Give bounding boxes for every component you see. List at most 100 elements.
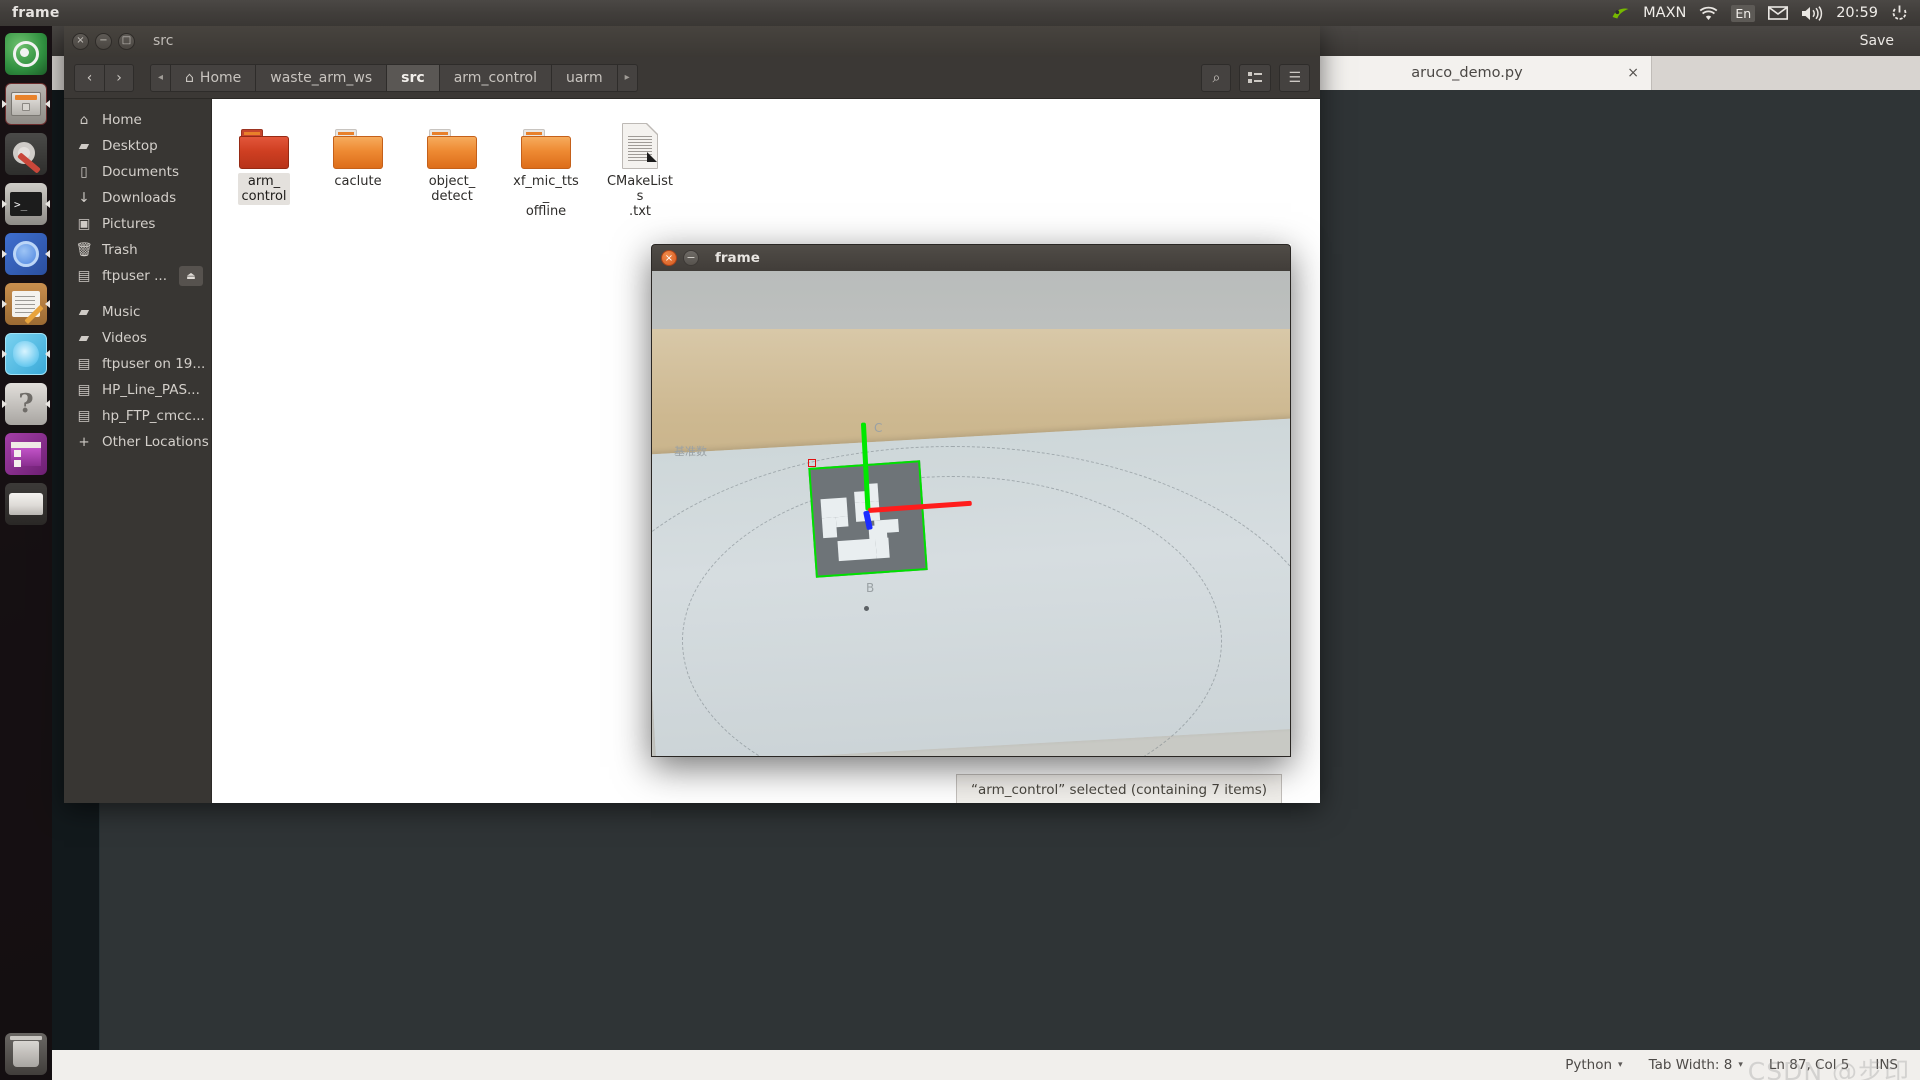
download-icon: ↓ bbox=[76, 190, 92, 206]
sidebar-separator bbox=[64, 289, 211, 299]
cursor-position: Ln 87, Col 5 bbox=[1769, 1057, 1849, 1073]
settings-icon[interactable] bbox=[2, 130, 50, 178]
focus-indicator-right bbox=[45, 200, 50, 208]
volume-glyph bbox=[1801, 6, 1823, 21]
sidebar-item-label: Downloads bbox=[102, 190, 176, 206]
sidebar-item-ftpuser[interactable]: ▤ ftpuser ... ⏏ bbox=[64, 263, 211, 289]
cursor-position-label: Ln 87, Col 5 bbox=[1769, 1057, 1849, 1073]
mail-icon[interactable] bbox=[1768, 6, 1788, 20]
editor-statusbar: Python ▾ Tab Width: 8 ▾ Ln 87, Col 5 INS… bbox=[52, 1050, 1920, 1080]
sidebar-item-hp-ftp-cmcc[interactable]: ▤hp_FTP_cmcc... bbox=[64, 403, 211, 429]
file-item[interactable]: arm_control bbox=[226, 115, 302, 220]
username-label[interactable]: MAXN bbox=[1643, 5, 1686, 21]
breadcrumb-label: Home bbox=[200, 70, 241, 86]
marker-cell bbox=[875, 538, 889, 559]
breadcrumb-item-home[interactable]: ⌂ Home bbox=[171, 64, 256, 92]
marker-cell bbox=[822, 517, 837, 538]
file-label: caclute bbox=[331, 173, 384, 190]
paper-chinese-label: 基准数 bbox=[674, 443, 707, 459]
volume-icon[interactable] bbox=[1801, 6, 1823, 21]
network-drive-icon: ▤ bbox=[76, 268, 92, 284]
terminal-icon[interactable]: >_ bbox=[2, 180, 50, 228]
tab-width-selector[interactable]: Tab Width: 8 ▾ bbox=[1649, 1057, 1743, 1073]
running-indicator-left bbox=[2, 400, 7, 408]
sidebar-item-desktop[interactable]: ▰Desktop bbox=[64, 133, 211, 159]
forward-button[interactable]: › bbox=[104, 64, 134, 92]
files-icon[interactable] bbox=[2, 80, 50, 128]
paper-origin-dot bbox=[864, 606, 869, 611]
file-item[interactable]: CMakeLists.txt bbox=[602, 115, 678, 220]
trash-icon[interactable] bbox=[2, 1030, 50, 1078]
sidebar-item-documents[interactable]: ▯ Documents bbox=[64, 159, 211, 185]
status-bar: “arm_control” selected (containing 7 ite… bbox=[956, 774, 1282, 803]
sidebar-item-other-locations[interactable]: +Other Locations bbox=[64, 429, 211, 455]
folder-icon bbox=[427, 115, 477, 169]
file-manager-titlebar: × − □ src bbox=[64, 25, 1320, 57]
text-editor-icon[interactable] bbox=[2, 280, 50, 328]
sidebar-item-label: ftpuser ... bbox=[102, 268, 167, 284]
sidebar-item-pictures[interactable]: ▣Pictures bbox=[64, 211, 211, 237]
language-label: Python bbox=[1565, 1057, 1612, 1073]
file-item[interactable]: xf_mic_tts_offline bbox=[508, 115, 584, 220]
nvidia-icon[interactable] bbox=[1611, 5, 1630, 21]
file-label: object_detect bbox=[426, 173, 479, 205]
language-selector[interactable]: Python ▾ bbox=[1565, 1057, 1622, 1073]
eject-icon[interactable]: ⏏ bbox=[179, 266, 203, 286]
maximize-button[interactable]: □ bbox=[118, 33, 135, 50]
document-icon: ▯ bbox=[76, 164, 92, 180]
search-icon[interactable]: ⌕ bbox=[1201, 64, 1231, 92]
wifi-icon[interactable] bbox=[1699, 6, 1718, 21]
disk-icon[interactable] bbox=[2, 480, 50, 528]
save-button[interactable]: Save bbox=[1848, 30, 1906, 52]
home-icon: ⌂ bbox=[76, 112, 92, 128]
breadcrumb-prev-arrow[interactable]: ◂ bbox=[150, 64, 171, 92]
breadcrumb-item-waste-arm-ws[interactable]: waste_arm_ws bbox=[256, 64, 387, 92]
breadcrumb-item-uarm[interactable]: uarm bbox=[552, 64, 618, 92]
breadcrumb-item-arm-control[interactable]: arm_control bbox=[440, 64, 552, 92]
power-icon[interactable] bbox=[1891, 5, 1908, 22]
camera-icon: ▣ bbox=[76, 216, 92, 232]
close-icon[interactable]: × bbox=[1627, 65, 1639, 81]
active-window-title: frame bbox=[12, 5, 60, 21]
view-list-icon[interactable] bbox=[1239, 64, 1271, 92]
breadcrumb-item-src[interactable]: src bbox=[387, 64, 440, 92]
file-label: xf_mic_tts_offline bbox=[508, 173, 584, 220]
keyboard-layout-indicator[interactable]: En bbox=[1731, 5, 1755, 22]
sidebar-item-music[interactable]: ▰Music bbox=[64, 299, 211, 325]
sidebar-item-label: HP_Line_PAS... bbox=[102, 382, 200, 398]
back-button[interactable]: ‹ bbox=[74, 64, 104, 92]
sidebar-item-ftpuser-on-19[interactable]: ▤ftpuser on 19... bbox=[64, 351, 211, 377]
running-indicator-left bbox=[2, 100, 7, 108]
editor-tab-aruco-demo[interactable]: aruco_demo.py × bbox=[1282, 56, 1652, 90]
sidebar-item-trash[interactable]: 🗑Trash bbox=[64, 237, 211, 263]
window-app-icon[interactable] bbox=[2, 430, 50, 478]
sidebar-item-downloads[interactable]: ↓ Downloads bbox=[64, 185, 211, 211]
file-item[interactable]: caclute bbox=[320, 115, 396, 220]
menu-icon[interactable]: ☰ bbox=[1279, 64, 1310, 92]
text-file-icon bbox=[622, 115, 658, 169]
ubuntu-dash-icon[interactable] bbox=[2, 30, 50, 78]
help-icon[interactable]: ? bbox=[2, 380, 50, 428]
clock[interactable]: 20:59 bbox=[1836, 5, 1878, 21]
network-drive-icon: ▤ bbox=[76, 408, 92, 424]
minimize-button[interactable]: − bbox=[683, 250, 699, 266]
mail-glyph bbox=[1768, 6, 1788, 20]
sidebar-item-home[interactable]: ⌂Home bbox=[64, 107, 211, 133]
screen: Save aruco_demo.py × 9697989910010110210… bbox=[0, 0, 1920, 1080]
chromium-icon[interactable] bbox=[2, 230, 50, 278]
marker-corner-indicator bbox=[808, 459, 816, 467]
view-list-glyph bbox=[1248, 72, 1262, 84]
insert-mode-label: INS bbox=[1875, 1057, 1898, 1073]
close-button[interactable]: × bbox=[72, 33, 89, 50]
close-button[interactable]: × bbox=[661, 250, 677, 266]
chevron-down-icon: ▾ bbox=[1618, 1060, 1623, 1070]
folder-icon: ▰ bbox=[76, 304, 92, 320]
file-item[interactable]: object_detect bbox=[414, 115, 490, 220]
minimize-button[interactable]: − bbox=[95, 33, 112, 50]
file-manager-sidebar: ⌂Home▰Desktop ▯ Documents ↓ Downloads ▣Pictur… bbox=[64, 99, 212, 803]
sidebar-item-hp-line-pas[interactable]: ▤HP_Line_PAS... bbox=[64, 377, 211, 403]
gimp-icon[interactable] bbox=[2, 330, 50, 378]
sidebar-item-label: Documents bbox=[102, 164, 179, 180]
sidebar-item-videos[interactable]: ▰Videos bbox=[64, 325, 211, 351]
breadcrumb-next-arrow[interactable]: ▸ bbox=[618, 64, 638, 92]
